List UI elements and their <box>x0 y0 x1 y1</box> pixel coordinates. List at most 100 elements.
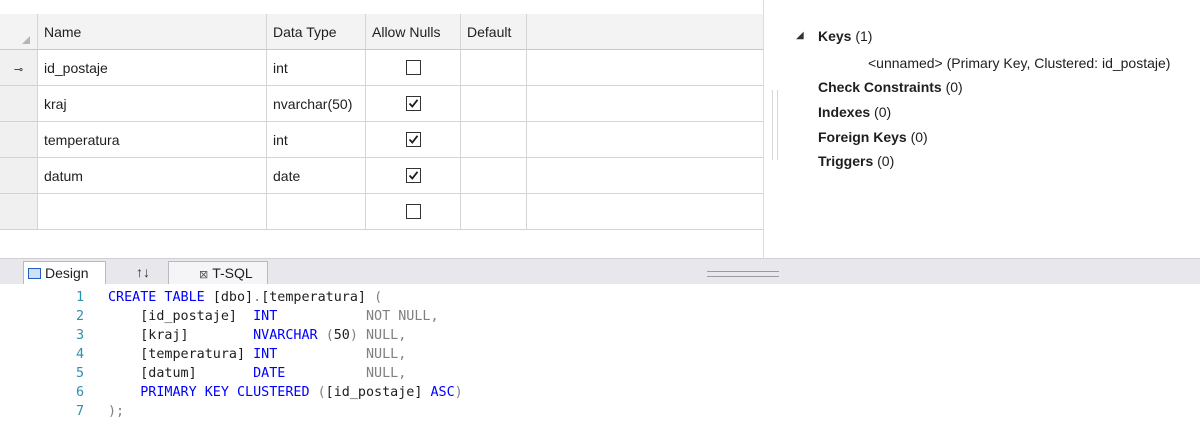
column-name-cell[interactable]: temperatura <box>38 122 267 158</box>
code-token: INT <box>253 309 366 324</box>
column-name-cell[interactable]: id_postaje <box>38 50 267 86</box>
code-token: [temperatura] <box>108 347 254 362</box>
row-filler <box>527 158 763 194</box>
row-filler <box>527 194 763 230</box>
allow-nulls-cell <box>366 86 461 122</box>
check-count: (0) <box>945 79 963 95</box>
line-number: 5 <box>75 366 84 381</box>
table-row[interactable]: temperatura int <box>0 122 763 158</box>
row-selector[interactable] <box>0 122 38 158</box>
allow-nulls-checkbox[interactable] <box>406 60 421 75</box>
code-token: NOT NULL, <box>366 309 439 324</box>
swap-panes-button[interactable]: ↑↓ <box>112 261 172 285</box>
table-row[interactable]: ⊸ id_postaje int <box>0 50 763 86</box>
select-all-corner[interactable] <box>0 14 38 50</box>
primary-key-entry[interactable]: <unnamed> (Primary Key, Clustered: id_po… <box>868 55 1170 71</box>
code-token: NULL, <box>366 347 407 362</box>
code-token: CREATE TABLE <box>108 290 213 305</box>
panel-splitter[interactable] <box>772 90 778 160</box>
collapse-triangle-icon[interactable]: ◢ <box>796 30 804 41</box>
allow-nulls-checkbox[interactable] <box>406 168 421 183</box>
header-default[interactable]: Default <box>461 14 527 50</box>
checkmark-icon <box>408 99 419 108</box>
tab-design-label: Design <box>45 265 89 281</box>
keys-node[interactable]: Keys (1) <box>818 28 872 44</box>
table-row[interactable]: datum date <box>0 158 763 194</box>
tab-tsql[interactable]: ⊠ T-SQL <box>168 261 268 285</box>
row-selector[interactable] <box>0 194 38 230</box>
column-name-cell[interactable] <box>38 194 267 230</box>
data-type-cell[interactable]: int <box>267 122 366 158</box>
tab-tsql-label: T-SQL <box>212 265 253 281</box>
line-number: 7 <box>75 404 84 419</box>
code-token: PRIMARY KEY CLUSTERED <box>108 385 318 400</box>
swap-arrows-icon: ↑↓ <box>136 264 150 280</box>
code-token: INT <box>253 347 366 362</box>
default-cell[interactable] <box>461 158 527 194</box>
table-designer: Name Data Type Allow Nulls Default ⊸ id_p… <box>0 0 1200 258</box>
code-token: ( <box>374 290 383 305</box>
line-number: 1 <box>75 290 84 305</box>
check-constraints-node[interactable]: Check Constraints (0) <box>818 79 963 95</box>
code-token: [kraj] <box>108 328 254 343</box>
code-token: ASC <box>430 385 455 400</box>
code-token: [datum] <box>108 366 254 381</box>
row-selector[interactable] <box>0 158 38 194</box>
code-token: . <box>253 290 262 305</box>
pane-splitter-grip[interactable] <box>707 271 779 277</box>
default-cell[interactable] <box>461 50 527 86</box>
code-text: CREATE TABLE [dbo].[temperatura] ( <box>108 288 382 307</box>
line-number: 4 <box>75 347 84 362</box>
table-row[interactable] <box>0 194 763 230</box>
data-type-cell[interactable] <box>267 194 366 230</box>
data-type-cell[interactable]: date <box>267 158 366 194</box>
allow-nulls-checkbox[interactable] <box>406 132 421 147</box>
row-selector[interactable]: ⊸ <box>0 50 38 86</box>
allow-nulls-checkbox[interactable] <box>406 96 421 111</box>
code-token: [id_postaje] <box>325 385 431 400</box>
triggers-node[interactable]: Triggers (0) <box>818 153 894 169</box>
allow-nulls-checkbox[interactable] <box>406 204 421 219</box>
keys-count: (1) <box>855 28 873 44</box>
row-selector[interactable] <box>0 86 38 122</box>
line-number: 2 <box>75 309 84 324</box>
line-number: 6 <box>75 385 84 400</box>
column-name-cell[interactable]: kraj <box>38 86 267 122</box>
foreign-keys-node[interactable]: Foreign Keys (0) <box>818 129 928 145</box>
primary-key-icon: ⊸ <box>13 64 24 76</box>
allow-nulls-cell <box>366 122 461 158</box>
check-label: Check Constraints <box>818 79 942 95</box>
code-token: ( <box>317 385 326 400</box>
triggers-count: (0) <box>877 153 895 169</box>
code-token: [temperatura] <box>261 290 375 305</box>
indexes-label: Indexes <box>818 104 871 120</box>
header-allow-nulls[interactable]: Allow Nulls <box>366 14 461 50</box>
allow-nulls-cell <box>366 158 461 194</box>
tab-design[interactable]: Design <box>23 261 106 285</box>
default-cell[interactable] <box>461 122 527 158</box>
checkmark-icon <box>408 171 419 180</box>
column-name-cell[interactable]: datum <box>38 158 267 194</box>
tsql-script-icon: ⊠ <box>199 269 209 281</box>
code-token: ); <box>108 404 125 419</box>
default-cell[interactable] <box>461 86 527 122</box>
design-view-icon <box>28 268 41 279</box>
code-token: NVARCHAR <box>253 328 326 343</box>
indexes-node[interactable]: Indexes (0) <box>818 104 891 120</box>
keys-label: Keys <box>818 28 852 44</box>
indexes-count: (0) <box>874 104 892 120</box>
code-text: ); <box>108 402 124 421</box>
data-type-cell[interactable]: nvarchar(50) <box>267 86 366 122</box>
code-text: PRIMARY KEY CLUSTERED ([id_postaje] ASC) <box>108 383 463 402</box>
code-token: DATE <box>253 366 366 381</box>
columns-grid: Name Data Type Allow Nulls Default ⊸ id_p… <box>0 0 764 258</box>
header-data-type[interactable]: Data Type <box>267 14 366 50</box>
default-cell[interactable] <box>461 194 527 230</box>
table-row[interactable]: kraj nvarchar(50) <box>0 86 763 122</box>
foreign-label: Foreign Keys <box>818 129 907 145</box>
data-type-cell[interactable]: int <box>267 50 366 86</box>
tsql-editor[interactable]: 1 CREATE TABLE [dbo].[temperatura] ( 2 [id… <box>0 284 1200 434</box>
code-text: [id_postaje] INT NOT NULL, <box>108 307 439 326</box>
header-name[interactable]: Name <box>38 14 267 50</box>
grid-header-row: Name Data Type Allow Nulls Default <box>0 14 763 50</box>
